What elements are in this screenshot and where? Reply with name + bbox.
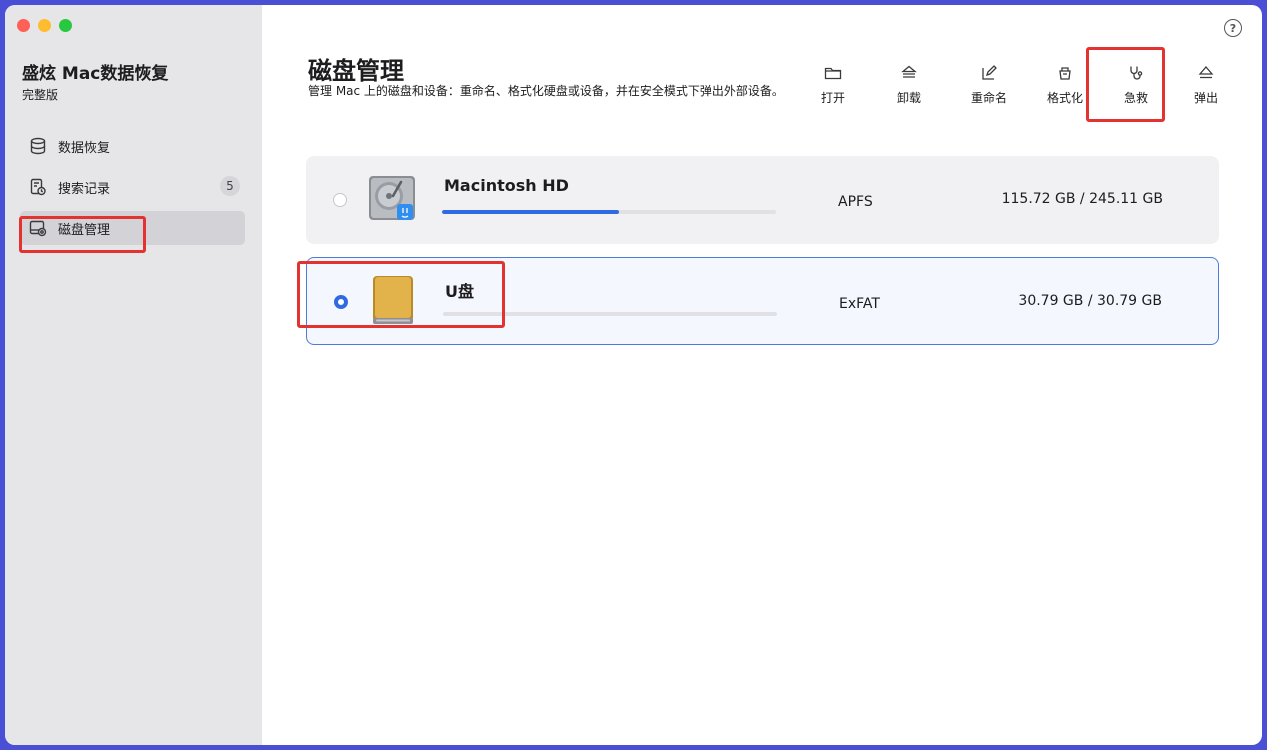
sidebar-item-data-recovery[interactable]: 数据恢复 [20, 129, 245, 163]
unmount-label: 卸载 [896, 91, 921, 105]
unmount-button[interactable]: 卸载 [879, 63, 939, 113]
app-edition: 完整版 [22, 88, 59, 102]
window-controls [17, 19, 72, 32]
disk-name: Macintosh HD [444, 176, 569, 195]
folder-open-icon [823, 63, 843, 83]
app-window: 盛炫 Mac数据恢复 完整版 数据恢复 搜索记录 5 磁盘管理 ? 磁盘管理 管… [5, 5, 1262, 745]
disk-row-macintosh-hd[interactable]: Macintosh HD APFS 115.72 GB / 245.11 GB [306, 156, 1219, 244]
disk-usage-bar [442, 210, 776, 214]
disk-name: U盘 [445, 282, 474, 301]
disk-row-usb-drive[interactable]: U盘 ExFAT 30.79 GB / 30.79 GB [306, 257, 1219, 345]
first-aid-icon [1126, 63, 1146, 83]
disk-select-radio[interactable] [334, 295, 348, 309]
sidebar-item-label: 数据恢复 [58, 140, 111, 156]
page-title: 磁盘管理 [308, 57, 404, 85]
format-icon [1055, 63, 1075, 83]
first-aid-button[interactable]: 急救 [1106, 63, 1166, 113]
search-history-count-badge: 5 [220, 176, 240, 196]
help-icon[interactable]: ? [1224, 19, 1242, 37]
external-drive-icon [368, 274, 418, 326]
sidebar: 盛炫 Mac数据恢复 完整版 数据恢复 搜索记录 5 磁盘管理 [5, 5, 262, 745]
format-button[interactable]: 格式化 [1035, 63, 1095, 113]
disk-list: Macintosh HD APFS 115.72 GB / 245.11 GB [306, 156, 1219, 358]
eject-icon [1196, 63, 1216, 83]
main-content: ? 磁盘管理 管理 Mac 上的磁盘和设备：重命名、格式化硬盘或设备，并在安全模… [262, 5, 1262, 745]
disk-usage-fill [442, 210, 620, 214]
sidebar-nav: 数据恢复 搜索记录 5 磁盘管理 [20, 129, 245, 252]
open-label: 打开 [820, 91, 845, 105]
disk-size: 115.72 GB / 245.11 GB [1001, 191, 1163, 207]
close-window-button[interactable] [17, 19, 30, 32]
first-aid-label: 急救 [1123, 91, 1148, 105]
disk-usage-bar [443, 312, 777, 316]
minimize-window-button[interactable] [38, 19, 51, 32]
eject-button[interactable]: 弹出 [1176, 63, 1236, 113]
disk-size: 30.79 GB / 30.79 GB [1018, 293, 1162, 309]
rename-label: 重命名 [970, 91, 1007, 105]
open-button[interactable]: 打开 [803, 63, 863, 113]
format-label: 格式化 [1046, 91, 1083, 105]
disk-manage-icon [26, 216, 50, 240]
rename-icon [979, 63, 999, 83]
sidebar-item-label: 搜索记录 [58, 181, 111, 197]
sidebar-item-search-history[interactable]: 搜索记录 5 [20, 170, 245, 204]
sidebar-item-disk-management[interactable]: 磁盘管理 [20, 211, 245, 245]
disk-select-radio[interactable] [333, 193, 347, 207]
unmount-icon [899, 63, 919, 83]
eject-label: 弹出 [1193, 91, 1218, 105]
history-icon [26, 175, 50, 199]
database-icon [26, 134, 50, 158]
disk-filesystem: APFS [838, 194, 873, 210]
sidebar-item-label: 磁盘管理 [58, 222, 111, 238]
internal-hdd-icon [367, 172, 417, 224]
disk-filesystem: ExFAT [839, 296, 880, 312]
zoom-window-button[interactable] [59, 19, 72, 32]
app-title: 盛炫 Mac数据恢复 [22, 64, 169, 84]
page-description: 管理 Mac 上的磁盘和设备：重命名、格式化硬盘或设备，并在安全模式下弹出外部设… [308, 84, 784, 98]
rename-button[interactable]: 重命名 [959, 63, 1019, 113]
